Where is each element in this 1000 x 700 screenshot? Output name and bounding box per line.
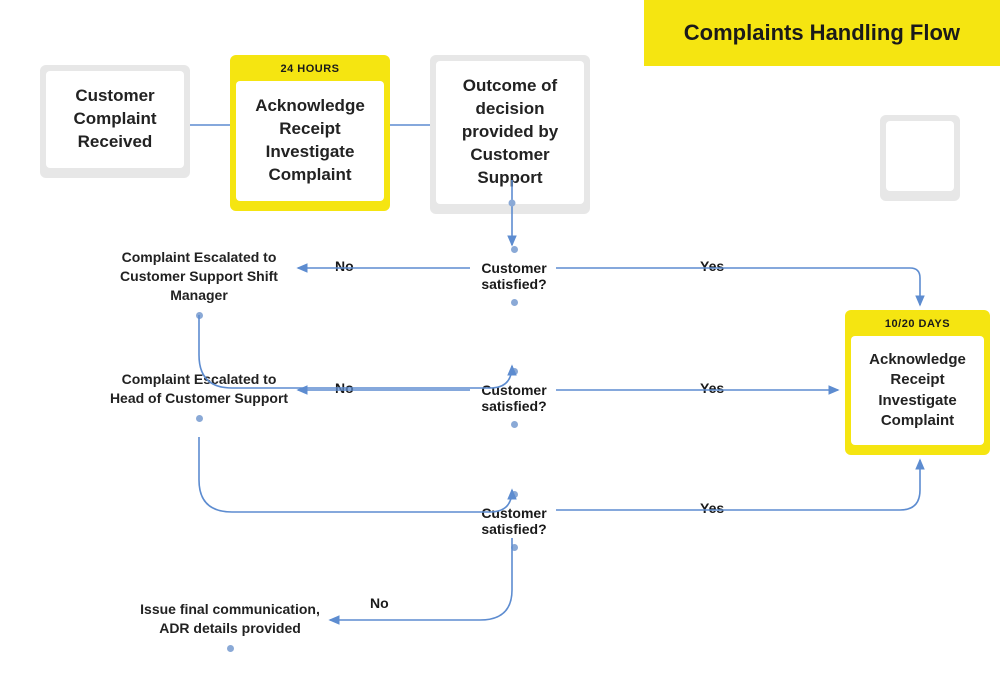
label-no-1: No (335, 258, 354, 274)
decision-satisfied-1: Customer satisfied? (474, 260, 554, 292)
label-no-2: No (335, 380, 354, 396)
card-outcome-provided: Outcome of decision provided by Customer… (430, 55, 590, 214)
card-text: Acknowledge Receipt Investigate Complain… (851, 336, 984, 445)
label-yes-3: Yes (700, 500, 724, 516)
card-complaint-received: Customer Complaint Received (40, 65, 190, 178)
card-placeholder-empty (880, 115, 960, 201)
card-text: Customer Complaint Received (46, 71, 184, 168)
time-badge-10-20: 10/20 DAYS (851, 316, 984, 336)
card-acknowledge-10-20-days: 10/20 DAYS Acknowledge Receipt Investiga… (845, 310, 990, 455)
escalation-shift-manager: Complaint Escalated to Customer Support … (109, 248, 289, 305)
card-acknowledge-24h: 24 HOURS Acknowledge Receipt Investigate… (230, 55, 390, 211)
card-text (886, 121, 954, 191)
label-yes-1: Yes (700, 258, 724, 274)
card-text: Outcome of decision provided by Customer… (436, 61, 584, 204)
escalation-head-support: Complaint Escalated to Head of Customer … (109, 370, 289, 408)
decision-satisfied-2: Customer satisfied? (474, 382, 554, 414)
label-no-3: No (370, 595, 389, 611)
label-yes-2: Yes (700, 380, 724, 396)
diagram-title: Complaints Handling Flow (644, 0, 1000, 66)
card-text: Acknowledge Receipt Investigate Complain… (236, 81, 384, 201)
decision-satisfied-3: Customer satisfied? (474, 505, 554, 537)
time-badge-24h: 24 HOURS (236, 61, 384, 81)
escalation-final-communication: Issue final communication, ADR details p… (140, 600, 320, 638)
